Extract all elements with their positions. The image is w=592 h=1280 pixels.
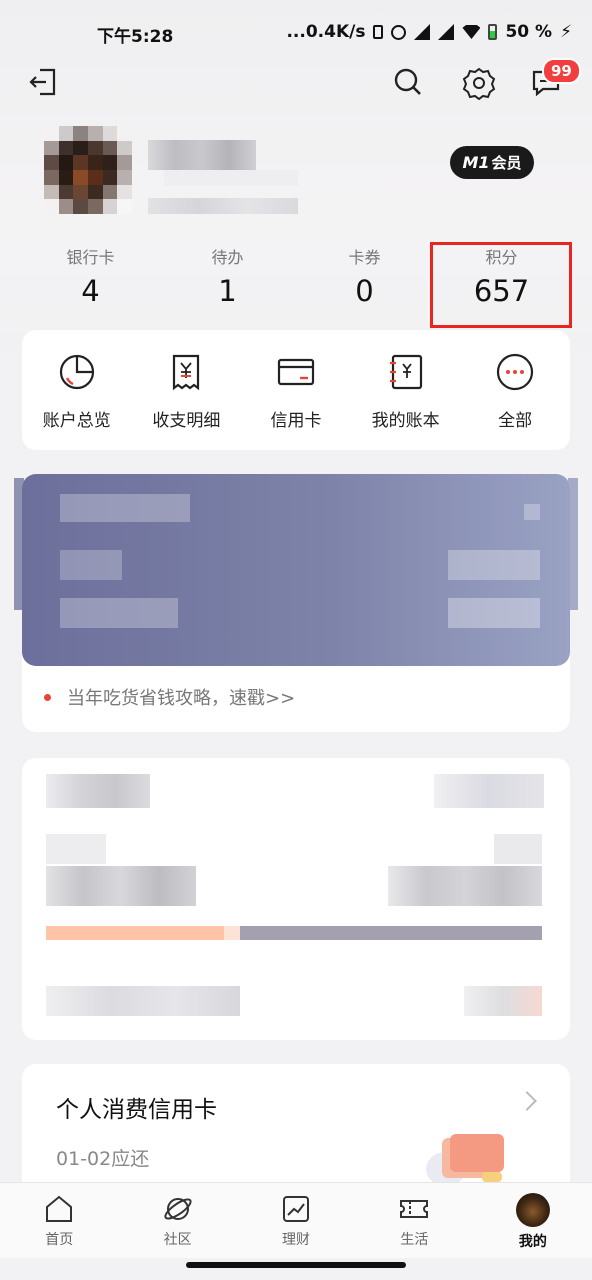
stat-label: 银行卡	[66, 248, 115, 267]
credit-card-title: 个人消费信用卡	[56, 1097, 217, 1123]
member-brand: M1	[462, 153, 490, 172]
ticket-icon	[400, 1200, 429, 1218]
network-speed: ...0.4K/s	[286, 22, 366, 42]
menu-label: 我的账本	[371, 411, 440, 431]
menu-transactions[interactable]: 收支明细	[132, 350, 242, 450]
receipt-icon	[164, 350, 208, 394]
member-label: 会员	[491, 154, 522, 172]
home-indicator	[186, 1262, 406, 1268]
avatar-icon	[515, 1193, 550, 1227]
menu-all[interactable]: 全部	[460, 350, 570, 450]
bottom-tab-bar: 首页 社区 理财 生活 我的	[0, 1182, 592, 1258]
tab-label: 理财	[282, 1232, 311, 1248]
chevron-right-icon[interactable]	[517, 1091, 537, 1111]
ledger-icon	[384, 350, 428, 394]
asset-summary-card[interactable]	[22, 758, 570, 1040]
tab-me[interactable]: 我的	[474, 1183, 592, 1258]
banner-image[interactable]	[22, 474, 570, 666]
credit-card-icon	[274, 350, 318, 394]
username-blurred	[148, 140, 298, 214]
pie-chart-icon	[55, 350, 99, 394]
menu-label: 收支明细	[152, 411, 221, 431]
menu-label: 账户总览	[42, 411, 111, 431]
tab-label: 首页	[45, 1232, 74, 1248]
battery-icon	[488, 24, 498, 40]
menu-ledger[interactable]: 我的账本	[351, 350, 461, 450]
status-bar: 下午5:28 ...0.4K/s 50 % ⚡	[0, 0, 592, 64]
menu-credit-card[interactable]: 信用卡	[241, 350, 351, 450]
status-time: 下午5:28	[97, 27, 174, 47]
stat-todo[interactable]: 待办 1	[159, 244, 296, 314]
signal-icon	[438, 24, 455, 40]
signal-icon	[414, 24, 431, 40]
wifi-icon	[462, 25, 481, 39]
credit-card-due: 01-02应还	[56, 1148, 150, 1170]
logout-icon[interactable]	[26, 64, 62, 100]
banner-card[interactable]: 当年吃货省钱攻略，速戳>>	[22, 474, 570, 732]
stat-coupons[interactable]: 卡券 0	[296, 244, 433, 314]
more-icon	[493, 350, 537, 394]
settings-gear-icon[interactable]	[460, 64, 498, 102]
tab-home[interactable]: 首页	[0, 1183, 118, 1258]
member-badge[interactable]: M1 会员	[450, 146, 534, 179]
tab-label: 我的	[518, 1234, 547, 1250]
planet-icon	[163, 1198, 192, 1220]
vibrate-icon	[373, 25, 384, 39]
message-badge: 99	[542, 58, 581, 84]
tab-wealth[interactable]: 理财	[237, 1183, 355, 1258]
promo-link[interactable]: 当年吃货省钱攻略，速戳>>	[44, 684, 295, 710]
stat-value: 0	[355, 274, 374, 308]
charging-icon: ⚡	[560, 22, 572, 42]
stat-label: 待办	[211, 248, 244, 267]
alarm-icon	[391, 24, 407, 40]
battery-level: 50 %	[505, 22, 553, 42]
chart-icon	[283, 1196, 310, 1222]
stat-value: 4	[81, 274, 100, 308]
tab-label: 生活	[400, 1232, 429, 1248]
menu-label: 全部	[498, 411, 533, 431]
tab-life[interactable]: 生活	[355, 1183, 473, 1258]
stat-label: 卡券	[348, 248, 381, 267]
tab-community[interactable]: 社区	[118, 1183, 236, 1258]
highlight-box	[430, 242, 572, 328]
stat-value: 1	[218, 274, 237, 308]
tab-label: 社区	[163, 1232, 192, 1248]
promo-dot	[44, 693, 51, 701]
promo-text: 当年吃货省钱攻略，速戳>>	[67, 688, 296, 709]
menu-label: 信用卡	[270, 411, 322, 431]
search-icon[interactable]	[390, 64, 426, 100]
card-illustration-icon	[426, 1132, 506, 1186]
home-icon	[46, 1195, 73, 1222]
avatar-pixels	[44, 126, 132, 214]
stat-bank-cards[interactable]: 银行卡 4	[22, 244, 159, 314]
menu-account-overview[interactable]: 账户总览	[22, 350, 132, 450]
quick-menu: 账户总览 收支明细 信用卡 我的账本 全部	[22, 330, 570, 450]
